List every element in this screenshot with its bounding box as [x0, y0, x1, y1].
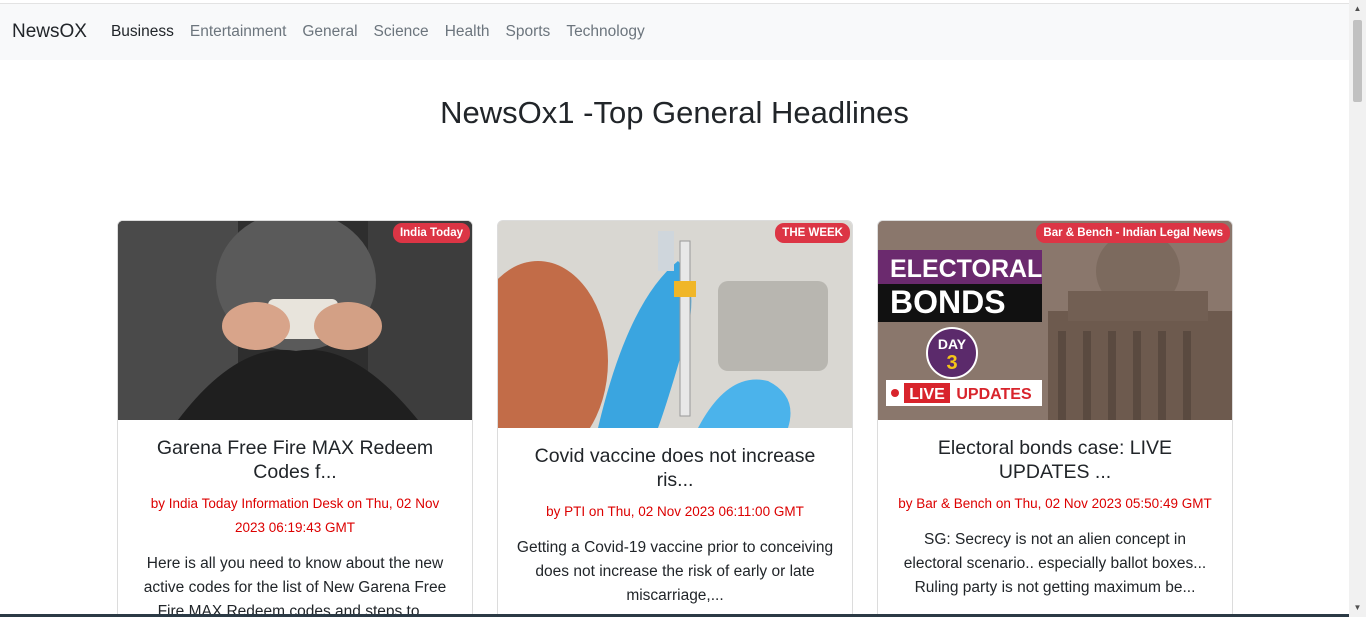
news-card-description: SG: Secrecy is not an alien concept in e…: [903, 531, 1207, 596]
scroll-up-arrow-icon[interactable]: ▲: [1353, 4, 1362, 14]
news-card: India Today Garena Free Fire MAX Redeem …: [117, 220, 473, 617]
electoral-bonds-image: ELECTORAL BONDS DAY 3 LIVE UPDATES: [878, 221, 1232, 420]
nav-link-entertainment[interactable]: Entertainment: [190, 23, 287, 41]
vaccine-syringe-image: [498, 221, 852, 428]
news-card-image: ELECTORAL BONDS DAY 3 LIVE UPDATES Bar &…: [878, 221, 1232, 420]
news-card-body: Covid vaccine does not increase ris... b…: [498, 428, 852, 608]
scroll-thumb[interactable]: [1353, 20, 1362, 102]
nav-link-science[interactable]: Science: [374, 23, 429, 41]
news-card: THE WEEK Covid vaccine does not increase…: [497, 220, 853, 617]
navbar: NewsOX Business Entertainment General Sc…: [0, 4, 1349, 60]
day-number-text: 3: [946, 352, 957, 374]
person-with-phone-image: [118, 221, 472, 420]
news-card-meta: by Bar & Bench on Thu, 02 Nov 2023 05:50…: [898, 496, 1212, 511]
news-card-meta: by India Today Information Desk on Thu, …: [150, 496, 440, 535]
live-text: LIVE: [909, 386, 945, 403]
news-card-title[interactable]: Electoral bonds case: LIVE UPDATES ...: [896, 436, 1214, 484]
news-card-description: Getting a Covid-19 vaccine prior to conc…: [516, 539, 834, 604]
nav-link-health[interactable]: Health: [445, 23, 490, 41]
news-card-image: India Today: [118, 221, 472, 420]
navbar-brand[interactable]: NewsOX: [12, 21, 87, 43]
news-card-body: Garena Free Fire MAX Redeem Codes f... b…: [118, 420, 472, 617]
news-card-meta: by PTI on Thu, 02 Nov 2023 06:11:00 GMT: [546, 504, 804, 519]
scroll-down-arrow-icon[interactable]: ▼: [1353, 603, 1362, 613]
news-card-description: Here is all you need to know about the n…: [143, 555, 447, 617]
page-title: NewsOx1 -Top General Headlines: [440, 95, 909, 130]
updates-text: UPDATES: [956, 386, 1032, 403]
electoral-text: ELECTORAL: [890, 255, 1042, 283]
nav-link-sports[interactable]: Sports: [506, 23, 551, 41]
news-card-title[interactable]: Covid vaccine does not increase ris...: [516, 444, 834, 492]
bonds-text: BONDS: [890, 284, 1006, 320]
nav-link-general[interactable]: General: [302, 23, 357, 41]
vertical-scrollbar[interactable]: ▲ ▼: [1349, 0, 1366, 617]
nav-link-technology[interactable]: Technology: [566, 23, 644, 41]
news-card: ELECTORAL BONDS DAY 3 LIVE UPDATES Bar &…: [877, 220, 1233, 617]
news-card-image: THE WEEK: [498, 221, 852, 428]
news-card-title[interactable]: Garena Free Fire MAX Redeem Codes f...: [136, 436, 454, 484]
source-badge: India Today: [392, 223, 470, 243]
source-badge: THE WEEK: [775, 223, 850, 243]
day-text: DAY: [938, 336, 967, 352]
news-card-body: Electoral bonds case: LIVE UPDATES ... b…: [878, 420, 1232, 600]
source-badge: Bar & Bench - Indian Legal News: [1036, 223, 1230, 243]
nav-link-business[interactable]: Business: [111, 23, 174, 41]
